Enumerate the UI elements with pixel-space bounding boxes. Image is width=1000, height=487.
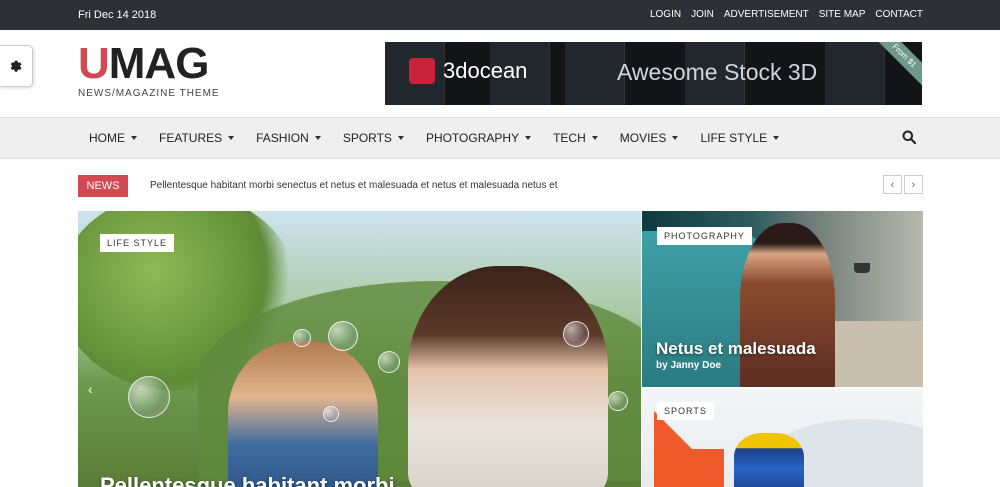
nav-item-tech[interactable]: TECH	[553, 131, 598, 145]
chevron-left-icon: ‹	[890, 178, 895, 191]
hero-image-bubble	[563, 321, 589, 347]
card-title[interactable]: Netus et malesuada	[656, 339, 816, 359]
main-menu: HOME FEATURES FASHION SPORTS PHOTOGRAPHY…	[89, 131, 780, 145]
hero-image-bubble	[608, 391, 628, 411]
card-byline: by Janny Doe	[656, 360, 722, 371]
search-icon	[902, 130, 917, 145]
ad-banner[interactable]: 3docean Awesome Stock 3D From $1	[385, 42, 922, 105]
chevron-right-icon: ›	[908, 381, 913, 387]
chevron-down-icon	[525, 136, 532, 140]
card-image-woman	[740, 223, 835, 387]
hero-image-bubble	[323, 406, 339, 422]
chevron-down-icon	[591, 136, 598, 140]
hero-prev-button[interactable]: ‹	[88, 381, 93, 397]
nav-item-features[interactable]: FEATURES	[159, 131, 235, 145]
join-link[interactable]: JOIN	[691, 9, 714, 20]
nav-item-label: TECH	[553, 131, 586, 145]
featured-card-photography[interactable]: PHOTOGRAPHY Netus et malesuada by Janny …	[642, 211, 923, 387]
hero-image-bubble	[378, 351, 400, 373]
hero-image-boy	[228, 341, 378, 487]
nav-item-label: PHOTOGRAPHY	[425, 131, 520, 145]
nav-item-label: FASHION	[256, 131, 309, 145]
nav-item-label: FEATURES	[159, 131, 223, 145]
hero-category-badge[interactable]: LIFE STYLE	[100, 234, 175, 252]
nav-item-photography[interactable]: PHOTOGRAPHY	[425, 131, 532, 145]
contact-link[interactable]: CONTACT	[875, 9, 923, 20]
nav-item-life-style[interactable]: LIFE STYLE	[700, 131, 780, 145]
nav-item-label: SPORTS	[342, 131, 392, 145]
chevron-down-icon	[131, 136, 137, 140]
logo-rest: MAG	[108, 39, 210, 88]
nav-item-movies[interactable]: MOVIES	[620, 131, 679, 145]
logo-wordmark: UMAG	[78, 42, 220, 86]
featured-card-sports[interactable]: SPORTS	[642, 389, 923, 487]
banner-brand: 3docean	[409, 58, 527, 84]
settings-toggle-button[interactable]	[0, 45, 33, 87]
top-links: LOGIN JOIN ADVERTISEMENT SITE MAP CONTAC…	[650, 9, 923, 20]
banner-slogan: Awesome Stock 3D	[617, 59, 818, 85]
3docean-logo-icon	[409, 58, 435, 84]
nav-item-fashion[interactable]: FASHION	[256, 131, 321, 145]
logo-tagline: NEWS/MAGAZINE THEME	[78, 88, 220, 99]
hero-headline[interactable]: Pellentesque habitant morbi	[100, 473, 395, 487]
nav-item-home[interactable]: HOME	[89, 131, 137, 145]
card-image-skier	[734, 433, 804, 487]
hero-image-bubble	[293, 329, 311, 347]
banner-brand-text: 3docean	[443, 58, 528, 83]
gear-icon	[10, 60, 22, 72]
main-navbar: HOME FEATURES FASHION SPORTS PHOTOGRAPHY…	[0, 117, 1000, 159]
search-button[interactable]	[902, 130, 917, 149]
ticker-next-button[interactable]: ›	[904, 175, 923, 194]
nav-item-label: LIFE STYLE	[700, 131, 768, 145]
hero-slide[interactable]: LIFE STYLE ‹ Pellentesque habitant morbi	[78, 211, 641, 487]
chevron-down-icon	[397, 136, 404, 140]
chevron-down-icon	[314, 136, 321, 140]
advertisement-link[interactable]: ADVERTISEMENT	[724, 9, 809, 20]
site-logo[interactable]: UMAG NEWS/MAGAZINE THEME	[78, 42, 220, 100]
chevron-down-icon	[773, 136, 780, 140]
nav-item-label: MOVIES	[619, 131, 667, 145]
news-label: NEWS	[78, 175, 128, 197]
nav-item-label: HOME	[89, 131, 125, 145]
logo-first-letter: U	[78, 39, 110, 88]
site-map-link[interactable]: SITE MAP	[819, 9, 866, 20]
card-category-badge[interactable]: PHOTOGRAPHY	[657, 227, 752, 245]
ticker-prev-button[interactable]: ‹	[883, 175, 902, 194]
banner-strip	[825, 42, 885, 105]
chevron-down-icon	[228, 136, 235, 140]
chevron-right-icon: ›	[911, 178, 916, 191]
news-ticker: NEWS Pellentesque habitant morbi senectu…	[78, 175, 923, 197]
top-bar: Fri Dec 14 2018 LOGIN JOIN ADVERTISEMENT…	[0, 0, 1000, 30]
hero-image-bubble	[128, 376, 170, 418]
ticker-headline[interactable]: Pellentesque habitant morbi senectus et …	[150, 180, 558, 191]
card-image-boat	[854, 263, 870, 273]
ticker-controls: ‹ ›	[883, 175, 923, 194]
card-category-badge[interactable]: SPORTS	[657, 402, 714, 420]
banner-strip	[565, 42, 625, 105]
card-image-beach	[822, 321, 923, 387]
chevron-left-icon: ‹	[88, 381, 93, 397]
login-link[interactable]: LOGIN	[650, 9, 681, 20]
chevron-down-icon	[672, 136, 679, 140]
hero-image-girl	[408, 266, 608, 487]
hero-image-bubble	[328, 321, 358, 351]
nav-item-sports[interactable]: SPORTS	[343, 131, 404, 145]
card-image-flag-body	[654, 449, 724, 487]
current-date: Fri Dec 14 2018	[78, 9, 157, 21]
slider-next-button[interactable]: ›	[908, 381, 913, 387]
